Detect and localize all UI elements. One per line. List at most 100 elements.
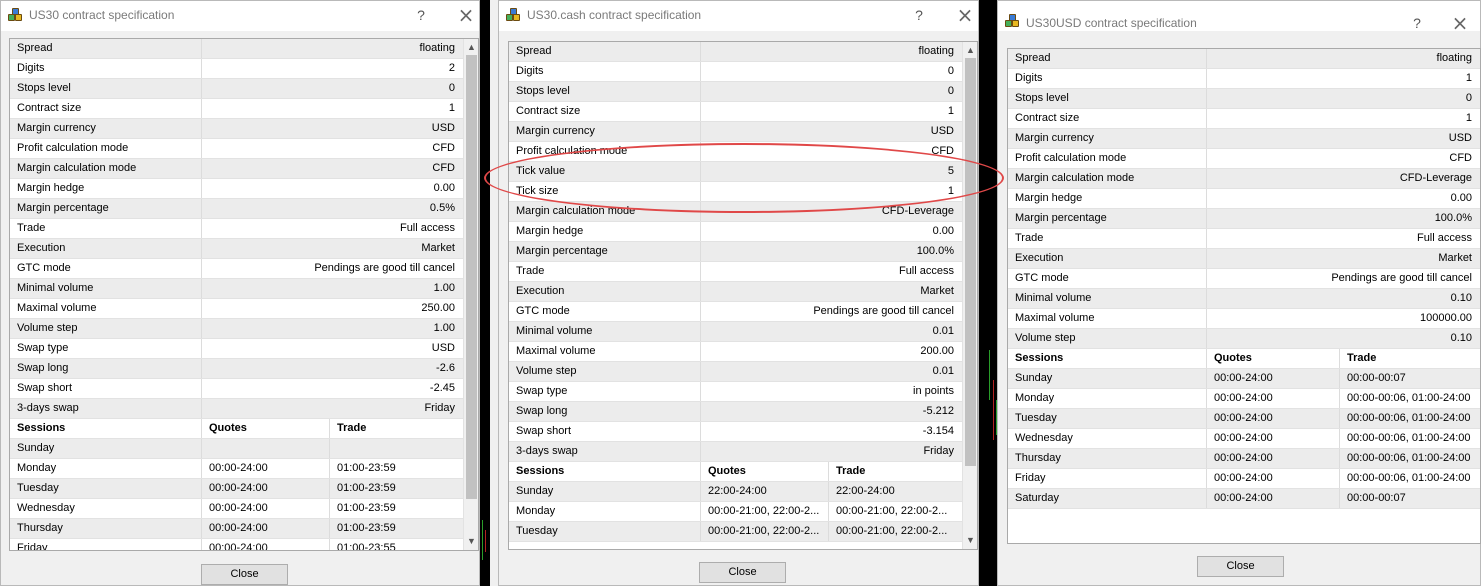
spec-row: Margin hedge 0.00	[1008, 189, 1480, 209]
session-quotes: 00:00-24:00	[1207, 449, 1340, 468]
spec-label: Volume step	[509, 362, 701, 381]
spec-label: Contract size	[1008, 109, 1207, 128]
dialog-titlebar[interactable]: US30 contract specification ? ×	[1, 1, 479, 31]
spec-label: Margin hedge	[10, 179, 202, 198]
spec-value: CFD	[432, 162, 455, 174]
session-trade: 22:00-24:00	[836, 485, 895, 497]
spec-value: Market	[1438, 252, 1472, 264]
spec-value: 200.00	[920, 345, 954, 357]
spec-value: in points	[913, 385, 954, 397]
close-button[interactable]: Close	[201, 564, 288, 585]
help-button[interactable]: ?	[909, 5, 929, 25]
spec-label: Profit calculation mode	[10, 139, 202, 158]
spec-value: 1	[1465, 112, 1472, 124]
session-row: Wednesday 00:00-24:00 01:00-23:59	[10, 499, 463, 519]
scrollbar-thumb[interactable]	[965, 58, 976, 466]
spec-value: 0.00	[433, 182, 455, 194]
session-quotes: 00:00-21:00, 22:00-2...	[701, 502, 829, 521]
session-quotes: 00:00-24:00	[1207, 489, 1340, 508]
spec-row: 3-days swap Friday	[10, 399, 463, 419]
spec-row: Volume step 0.01	[509, 362, 962, 382]
session-row: Tuesday 00:00-24:00 01:00-23:59	[10, 479, 463, 499]
spec-row: Margin calculation mode CFD	[10, 159, 463, 179]
spec-label: Maximal volume	[1008, 309, 1207, 328]
scroll-down-icon[interactable]: ▼	[963, 533, 977, 548]
spec-row: Margin percentage 100.0%	[1008, 209, 1480, 229]
spec-value: floating	[1436, 52, 1472, 64]
spec-row: Margin calculation mode CFD-Leverage	[509, 202, 962, 222]
spec-value: -2.6	[436, 362, 455, 374]
spec-label: 3-days swap	[509, 442, 701, 461]
spec-row: GTC mode Pendings are good till cancel	[10, 259, 463, 279]
spec-row: Volume step 1.00	[10, 319, 463, 339]
spec-label: Digits	[1008, 69, 1207, 88]
spec-value: CFD-Leverage	[1399, 172, 1472, 184]
spec-value: 0	[1465, 92, 1472, 104]
spec-value: floating	[918, 45, 954, 57]
spec-row: Digits 2	[10, 59, 463, 79]
scroll-up-icon[interactable]: ▲	[963, 43, 977, 58]
spec-row: 3-days swap Friday	[509, 442, 962, 462]
spec-rows: Spread floating Digits 1 Stops level 0 Contrac…	[1008, 49, 1480, 543]
sessions-header-row: Sessions Quotes Trade	[509, 462, 962, 482]
spec-row: Contract size 1	[10, 99, 463, 119]
spec-row: Spread floating	[10, 39, 463, 59]
session-trade	[330, 439, 463, 458]
dialog-titlebar[interactable]: US30USD contract specification ? ×	[998, 1, 1480, 33]
help-button[interactable]: ?	[1407, 13, 1427, 33]
sessions-header-cell: Quotes	[202, 419, 330, 438]
spec-row: Margin hedge 0.00	[509, 222, 962, 242]
spec-value: 1.00	[433, 322, 455, 334]
session-trade: 00:00-00:07	[1347, 492, 1406, 504]
spec-row: Stops level 0	[1008, 89, 1480, 109]
close-icon[interactable]: ×	[955, 5, 975, 25]
spec-label: Trade	[10, 219, 202, 238]
session-trade: 01:00-23:59	[337, 462, 396, 474]
spec-label: Margin percentage	[509, 242, 701, 261]
session-trade: 01:00-23:55	[337, 542, 396, 550]
app-icon	[506, 8, 522, 24]
spec-value: Pendings are good till cancel	[813, 305, 954, 317]
scrollbar-thumb[interactable]	[466, 55, 477, 499]
spec-label: Minimal volume	[1008, 289, 1207, 308]
spec-label: Margin hedge	[1008, 189, 1207, 208]
sessions-header-row: Sessions Quotes Trade	[1008, 349, 1480, 369]
dialog-titlebar[interactable]: US30.cash contract specification ? ×	[499, 1, 978, 31]
spec-label: Margin currency	[1008, 129, 1207, 148]
spec-label: Stops level	[1008, 89, 1207, 108]
spec-value: CFD	[931, 145, 954, 157]
sessions-header-cell: Sessions	[509, 462, 701, 481]
close-button[interactable]: Close	[699, 562, 786, 583]
spec-value: USD	[431, 342, 455, 354]
spec-value: 100.0%	[916, 245, 954, 257]
spec-value: 0.00	[932, 225, 954, 237]
sessions-header-cell: Trade	[1347, 352, 1377, 364]
close-icon[interactable]: ×	[456, 5, 476, 25]
session-row: Wednesday 00:00-24:00 00:00-00:06, 01:00-2…	[1008, 429, 1480, 449]
spec-row: Minimal volume 0.10	[1008, 289, 1480, 309]
session-row: Sunday 00:00-24:00 00:00-00:07	[1008, 369, 1480, 389]
sessions-header-cell: Quotes	[701, 462, 829, 481]
session-quotes: 00:00-24:00	[202, 519, 330, 538]
spec-row: Swap long -5.212	[509, 402, 962, 422]
spec-table: Spread floating Digits 0 Stops level 0 Contrac…	[508, 41, 978, 550]
dialog-title: US30 contract specification	[29, 8, 175, 22]
session-quotes: 00:00-24:00	[202, 539, 330, 550]
spec-label: Trade	[1008, 229, 1207, 248]
spec-rows: Spread floating Digits 2 Stops level 0 Contrac…	[10, 39, 463, 550]
scroll-down-icon[interactable]: ▼	[464, 534, 478, 549]
session-day: Saturday	[1008, 489, 1207, 508]
help-button[interactable]: ?	[411, 5, 431, 25]
spec-label: GTC mode	[10, 259, 202, 278]
session-trade: 00:00-00:06, 01:00-24:00	[1347, 432, 1471, 444]
scroll-up-icon[interactable]: ▲	[464, 40, 478, 55]
vertical-scrollbar[interactable]: ▲ ▼	[463, 39, 478, 550]
session-quotes: 00:00-24:00	[1207, 369, 1340, 388]
spec-label: Profit calculation mode	[1008, 149, 1207, 168]
vertical-scrollbar[interactable]: ▲ ▼	[962, 42, 977, 549]
close-button[interactable]: Close	[1197, 556, 1284, 577]
spec-row: Execution Market	[10, 239, 463, 259]
close-icon[interactable]: ×	[1450, 13, 1470, 33]
spec-value: 1	[448, 102, 455, 114]
session-quotes: 00:00-24:00	[202, 459, 330, 478]
